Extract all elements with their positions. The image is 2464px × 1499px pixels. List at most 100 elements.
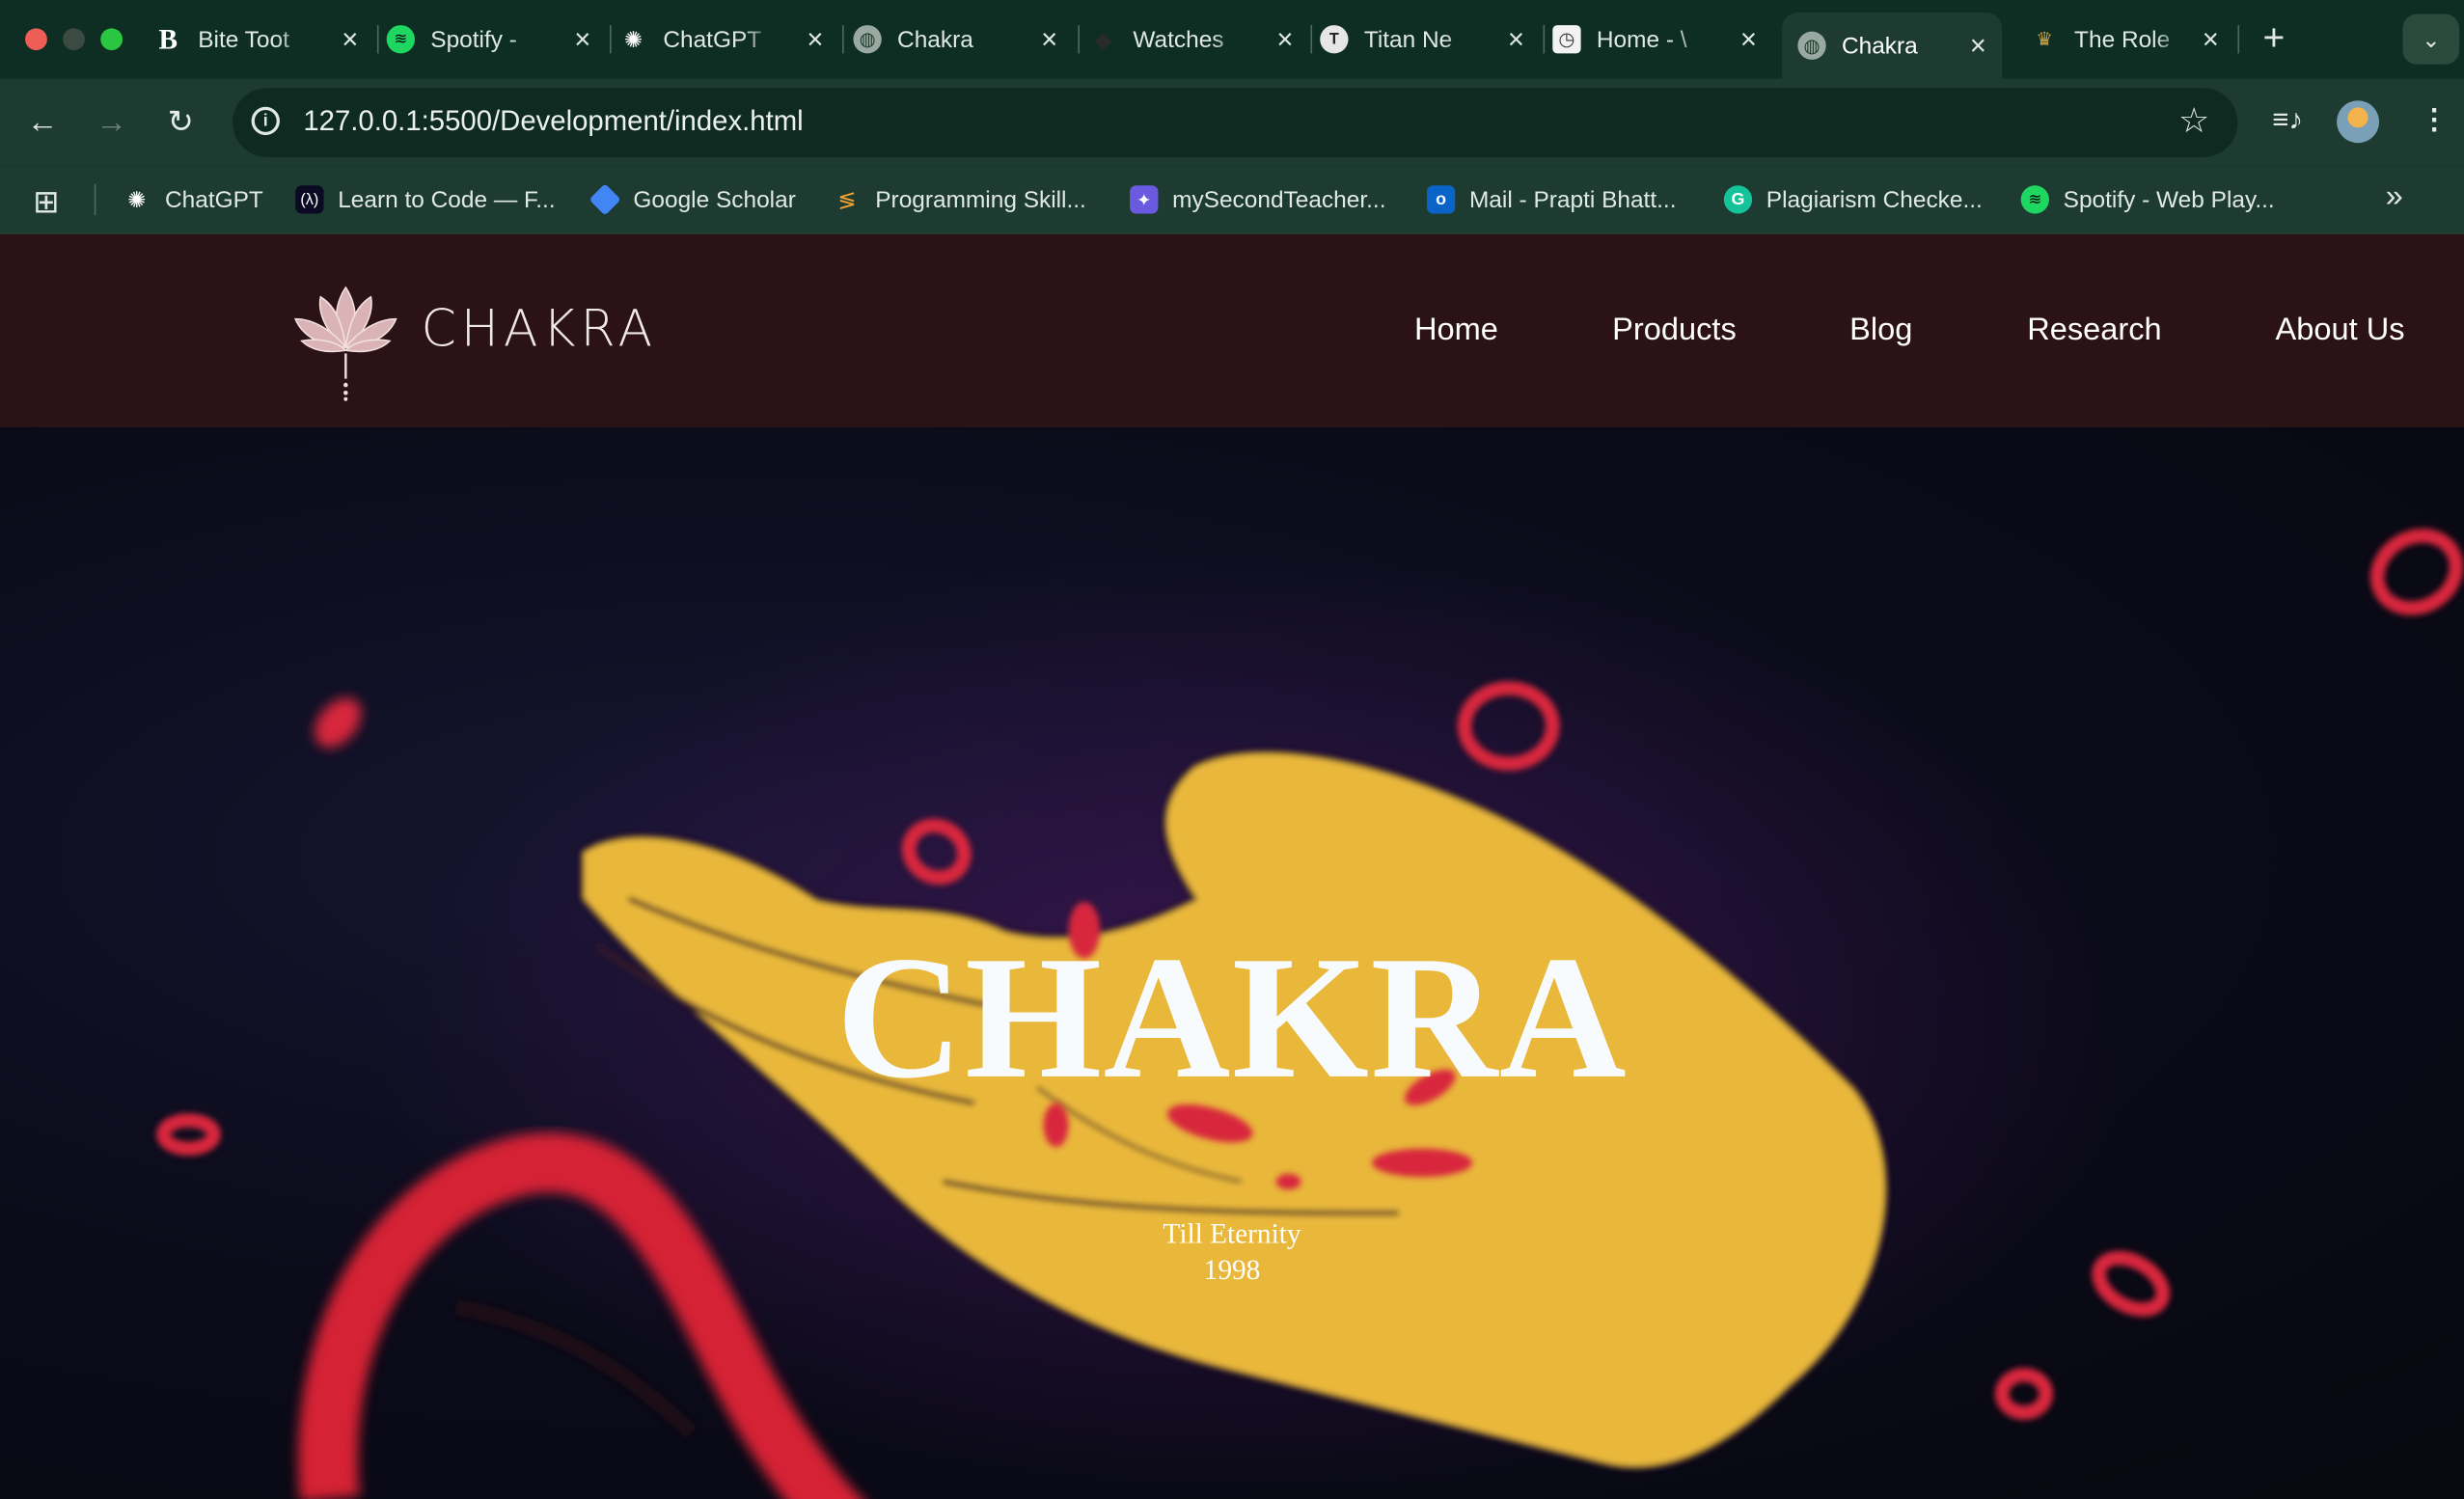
browser-toolbar: ← → ↻ i 127.0.0.1:5500/Development/index… [0,78,2464,167]
bookmark-star-icon[interactable]: ☆ [2178,100,2209,141]
outlook-icon: o [1426,185,1456,214]
bookmark-plagiarism-checker[interactable]: G Plagiarism Checke... [1723,185,1983,214]
nav-products[interactable]: Products [1612,313,1737,348]
close-icon[interactable]: × [342,23,358,55]
tab-title: Chakra [897,25,973,53]
tab-separator [842,25,844,54]
titan-icon: T [1320,25,1349,54]
bookmark-label: Spotify - Web Play... [2063,186,2275,213]
apps-grid-icon[interactable]: ⊞ [33,182,59,222]
tab-titan[interactable]: T Titan Ne × [1320,13,1540,66]
reload-button[interactable]: ↻ [159,100,204,145]
tab-title: ChatGPT [663,25,762,53]
close-window-button[interactable] [25,28,47,51]
bookmark-label: Plagiarism Checke... [1766,186,1983,213]
chatgpt-icon: ✺ [127,186,147,212]
bookmarks-bar: ⊞ ✺ ChatGPT (λ) Learn to Code — F... Goo… [0,166,2464,234]
tab-separator [376,25,379,54]
hero-section: CHAKRA Till Eternity 1998 [0,427,2464,1499]
close-icon[interactable]: × [1970,30,1986,62]
tab-strip: B Bite Toot × ≋ Spotify - × ✺ ChatGPT × … [0,0,2464,79]
logo-text: CHAKRA [421,298,658,359]
tab-title: The Role [2074,25,2171,53]
tab-title: Watches [1133,25,1224,53]
close-icon[interactable]: × [1508,23,1524,55]
bookmark-label: ChatGPT [165,186,263,213]
bookmark-label: Google Scholar [633,186,796,213]
site-info-icon[interactable]: i [251,106,280,136]
new-tab-button[interactable]: + [2257,18,2291,60]
tab-title: Spotify - [430,25,517,53]
more-bookmarks-icon[interactable]: » [2386,179,2403,215]
close-icon[interactable]: × [807,23,823,55]
nav-blog[interactable]: Blog [1849,313,1912,348]
bookmark-chatgpt[interactable]: ✺ ChatGPT [123,185,263,213]
tab-watches[interactable]: ◆ Watches × [1089,13,1309,66]
close-icon[interactable]: × [1740,23,1757,55]
maximize-window-button[interactable] [100,28,123,51]
close-icon[interactable]: × [1276,23,1293,55]
bookmarks-divider [94,183,96,216]
bookmark-label: Mail - Prapti Bhatt... [1468,186,1677,213]
url-text[interactable]: 127.0.0.1:5500/Development/index.html [303,105,803,138]
close-icon[interactable]: × [2203,23,2219,55]
spotify-icon: ≋ [2020,185,2049,214]
tab-search-button[interactable]: ⌄ [2402,14,2460,65]
hero-subtitle: Till Eternity 1998 [0,1216,2464,1289]
mysecondteacher-icon: ✦ [1130,185,1159,214]
chatgpt-icon: ✺ [623,25,643,51]
tab-separator [1543,25,1546,54]
bookmark-google-scholar[interactable]: Google Scholar [589,183,796,216]
bookmark-programming-skills[interactable]: ≶ Programming Skill... [833,185,1086,213]
close-icon[interactable]: × [574,23,590,55]
tab-separator [609,25,612,54]
clock-icon: ◷ [1552,25,1581,54]
grammarly-icon: G [1723,185,1753,214]
tab-the-role[interactable]: ♛ The Role × [2030,13,2234,66]
site-header: CHAKRA Home Products Blog Research About… [0,233,2464,428]
forward-button[interactable]: → [90,100,134,145]
back-button[interactable]: ← [20,100,65,145]
close-icon[interactable]: × [1041,23,1057,55]
minimize-window-button[interactable] [63,28,85,51]
site-logo[interactable]: CHAKRA [289,278,667,403]
nav-home[interactable]: Home [1414,313,1498,348]
nav-about-us[interactable]: About Us [2276,313,2405,348]
nav-research[interactable]: Research [2027,313,2161,348]
hero-year: 1998 [1203,1253,1261,1286]
bookmark-label: mySecondTeacher... [1172,186,1386,213]
bookmark-mysecondteacher[interactable]: ✦ mySecondTeacher... [1130,185,1386,214]
globe-icon: ◍ [1797,31,1826,60]
tab-title: Chakra [1841,32,1918,60]
tab-chakra-active[interactable]: ◍ Chakra × [1782,13,2003,79]
media-control-icon[interactable]: ≡♪ [2272,104,2303,137]
tab-separator [2237,25,2240,54]
bookmark-label: Learn to Code — F... [338,186,556,213]
tab-spotify[interactable]: ≋ Spotify - × [386,13,607,66]
profile-avatar[interactable] [2337,100,2380,144]
freecodecamp-icon: (λ) [295,185,324,214]
hero-tagline: Till Eternity [1163,1217,1301,1249]
bold-b-icon: B [158,22,178,55]
tab-bite-toot[interactable]: B Bite Toot × [154,13,374,66]
tab-chatgpt[interactable]: ✺ ChatGPT × [619,13,839,66]
bookmark-freecodecamp[interactable]: (λ) Learn to Code — F... [295,185,556,214]
google-scholar-icon [589,183,621,216]
tab-separator [1310,25,1313,54]
blank-icon: ◆ [1094,25,1112,51]
tab-home[interactable]: ◷ Home - \ × [1552,13,1772,66]
tab-title: Bite Toot [198,25,289,53]
tab-title: Home - \ [1596,25,1687,53]
bookmark-mail[interactable]: o Mail - Prapti Bhatt... [1426,185,1677,214]
spotify-icon: ≋ [386,25,416,54]
tab-title: Titan Ne [1363,25,1453,53]
bookmark-spotify[interactable]: ≋ Spotify - Web Play... [2020,185,2275,214]
programming-icon: ≶ [837,186,857,212]
tab-separator [1078,25,1081,54]
address-bar[interactable]: i 127.0.0.1:5500/Development/index.html … [233,88,2238,157]
lotus-icon [294,286,397,401]
tab-chakra[interactable]: ◍ Chakra × [853,13,1073,66]
globe-icon: ◍ [853,25,882,54]
bookmark-label: Programming Skill... [875,186,1086,213]
more-menu-icon[interactable]: ⋮ [2420,104,2448,137]
